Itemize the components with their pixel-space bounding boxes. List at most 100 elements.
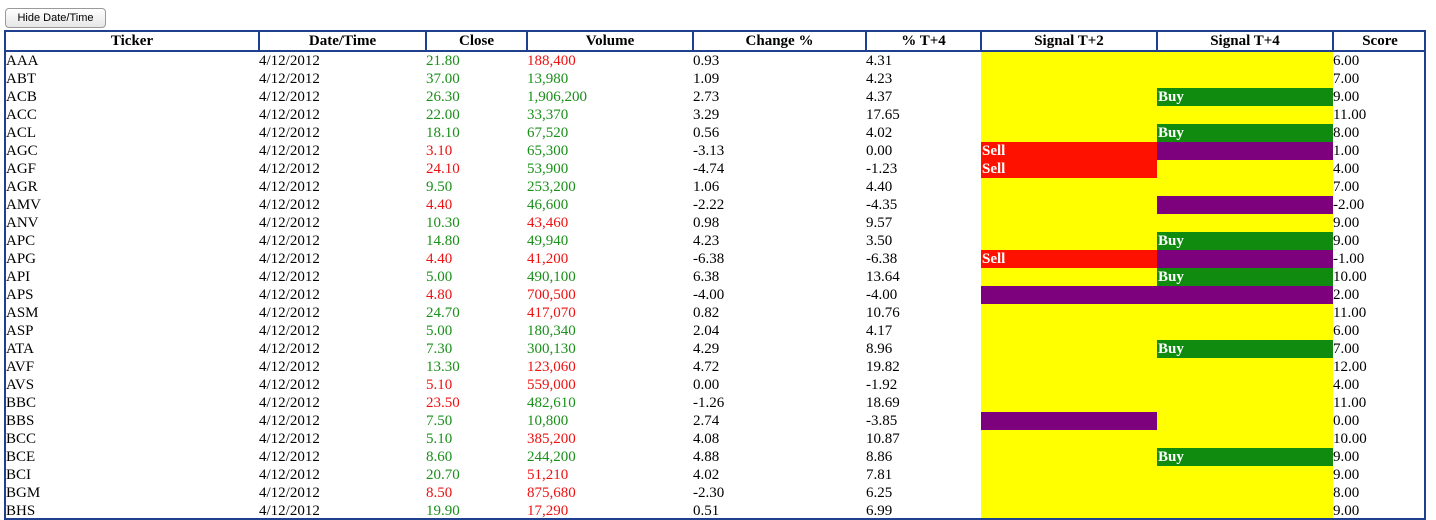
score-cell: 0.00 <box>1333 413 1360 429</box>
close-cell: 21.80 <box>426 53 460 69</box>
score-cell: 10.00 <box>1333 431 1367 447</box>
ticker-cell: API <box>6 269 31 285</box>
percent-t4-cell: -3.85 <box>866 413 898 429</box>
close-cell: 3.10 <box>426 143 453 159</box>
percent-t4-cell: 6.25 <box>866 485 893 501</box>
volume-cell: 123,060 <box>527 359 576 375</box>
date-time-cell: 4/12/2012 <box>259 503 320 519</box>
volume-cell: 300,130 <box>527 341 576 357</box>
signal-t4-cell <box>1157 51 1333 70</box>
percent-t4-cell: 17.65 <box>866 107 900 123</box>
volume-cell: 17,290 <box>527 503 569 519</box>
table-row: ACC 4/12/2012 22.00 33,370 3.29 17.65 11.00 <box>6 106 1424 124</box>
close-cell: 18.10 <box>426 125 460 141</box>
ticker-cell: AGC <box>6 143 38 159</box>
column-header-signal-t4[interactable]: Signal T+4 <box>1156 32 1334 52</box>
close-cell: 7.50 <box>426 413 453 429</box>
ticker-cell: AAA <box>6 53 39 69</box>
column-header-date-time[interactable]: Date/Time <box>258 32 427 52</box>
signal-t4-cell <box>1157 178 1333 196</box>
percent-t4-cell: 4.02 <box>866 125 893 141</box>
score-cell: 4.00 <box>1333 377 1360 393</box>
percent-t4-cell: 10.87 <box>866 431 900 447</box>
signal-t2-cell <box>981 502 1157 518</box>
volume-cell: 180,340 <box>527 323 576 339</box>
column-header-percent-t4[interactable]: % T+4 <box>865 32 982 52</box>
score-cell: 6.00 <box>1333 323 1360 339</box>
date-time-cell: 4/12/2012 <box>259 125 320 141</box>
change-percent-cell: 1.09 <box>693 71 720 87</box>
score-cell: 2.00 <box>1333 287 1360 303</box>
score-cell: 9.00 <box>1333 89 1360 105</box>
ticker-cell: ABT <box>6 71 36 87</box>
table-row: BCC 4/12/2012 5.10 385,200 4.08 10.87 10.00 <box>6 430 1424 448</box>
score-cell: 7.00 <box>1333 341 1360 357</box>
score-cell: 8.00 <box>1333 125 1360 141</box>
date-time-cell: 4/12/2012 <box>259 89 320 105</box>
column-header-close[interactable]: Close <box>425 32 528 52</box>
volume-cell: 244,200 <box>527 449 576 465</box>
change-percent-cell: -3.13 <box>693 143 725 159</box>
table-row: ACB 4/12/2012 26.30 1,906,200 2.73 4.37 Buy 9.0… <box>6 88 1424 106</box>
percent-t4-cell: 4.40 <box>866 179 893 195</box>
score-cell: 11.00 <box>1333 395 1367 411</box>
volume-cell: 10,800 <box>527 413 569 429</box>
score-cell: 9.00 <box>1333 449 1360 465</box>
percent-t4-cell: 3.50 <box>866 233 893 249</box>
table-row: ANV 4/12/2012 10.30 43,460 0.98 9.57 9.00 <box>6 214 1424 232</box>
column-header-ticker[interactable]: Ticker <box>6 32 260 52</box>
date-time-cell: 4/12/2012 <box>259 143 320 159</box>
close-cell: 37.00 <box>426 71 460 87</box>
percent-t4-cell: -1.23 <box>866 161 898 177</box>
close-cell: 4.80 <box>426 287 453 303</box>
table-row: API 4/12/2012 5.00 490,100 6.38 13.64 Buy 10.00 <box>6 268 1424 286</box>
volume-cell: 46,600 <box>527 197 569 213</box>
ticker-cell: BCI <box>6 467 32 483</box>
signal-t4-cell <box>1157 286 1333 304</box>
column-header-signal-t2[interactable]: Signal T+2 <box>980 32 1158 52</box>
signal-t2-cell <box>981 268 1157 286</box>
percent-t4-cell: 4.17 <box>866 323 893 339</box>
volume-cell: 67,520 <box>527 125 569 141</box>
signal-t4-cell <box>1157 358 1333 376</box>
date-time-cell: 4/12/2012 <box>259 377 320 393</box>
column-header-change-percent[interactable]: Change % <box>692 32 867 52</box>
table-row: BGM 4/12/2012 8.50 875,680 -2.30 6.25 8.00 <box>6 484 1424 502</box>
hide-date-time-button[interactable]: Hide Date/Time <box>5 8 106 28</box>
score-cell: 6.00 <box>1333 53 1360 69</box>
close-cell: 8.50 <box>426 485 453 501</box>
volume-cell: 53,900 <box>527 161 569 177</box>
percent-t4-cell: 4.37 <box>866 89 893 105</box>
signal-t4-cell <box>1157 196 1333 214</box>
table-row: AAA 4/12/2012 21.80 188,400 0.93 4.31 6.00 <box>6 51 1424 70</box>
signal-t4-cell <box>1157 70 1333 88</box>
close-cell: 24.10 <box>426 161 460 177</box>
table-header-row: Ticker Date/Time Close Volume Change % %… <box>6 32 1424 52</box>
signal-t4-cell: Buy <box>1157 340 1333 358</box>
date-time-cell: 4/12/2012 <box>259 251 320 267</box>
column-header-volume[interactable]: Volume <box>526 32 694 52</box>
date-time-cell: 4/12/2012 <box>259 485 320 501</box>
change-percent-cell: 6.38 <box>693 269 720 285</box>
date-time-cell: 4/12/2012 <box>259 233 320 249</box>
date-time-cell: 4/12/2012 <box>259 197 320 213</box>
close-cell: 22.00 <box>426 107 460 123</box>
table-row: BHS 4/12/2012 19.90 17,290 0.51 6.99 9.00 <box>6 502 1424 519</box>
signal-t2-cell <box>981 178 1157 196</box>
percent-t4-cell: 4.31 <box>866 53 893 69</box>
volume-cell: 700,500 <box>527 287 576 303</box>
change-percent-cell: 2.74 <box>693 413 720 429</box>
signal-t4-cell <box>1157 502 1333 518</box>
score-cell: 9.00 <box>1333 503 1360 519</box>
change-percent-cell: -2.30 <box>693 485 725 501</box>
change-percent-cell: 0.82 <box>693 305 720 321</box>
close-cell: 4.40 <box>426 197 453 213</box>
signal-t4-cell <box>1157 214 1333 232</box>
table-row: ABT 4/12/2012 37.00 13,980 1.09 4.23 7.00 <box>6 70 1424 88</box>
volume-cell: 188,400 <box>527 53 576 69</box>
column-header-score[interactable]: Score <box>1332 32 1424 52</box>
volume-cell: 1,906,200 <box>527 89 587 105</box>
close-cell: 5.00 <box>426 323 453 339</box>
change-percent-cell: 0.98 <box>693 215 720 231</box>
table-row: AVS 4/12/2012 5.10 559,000 0.00 -1.92 4.00 <box>6 376 1424 394</box>
